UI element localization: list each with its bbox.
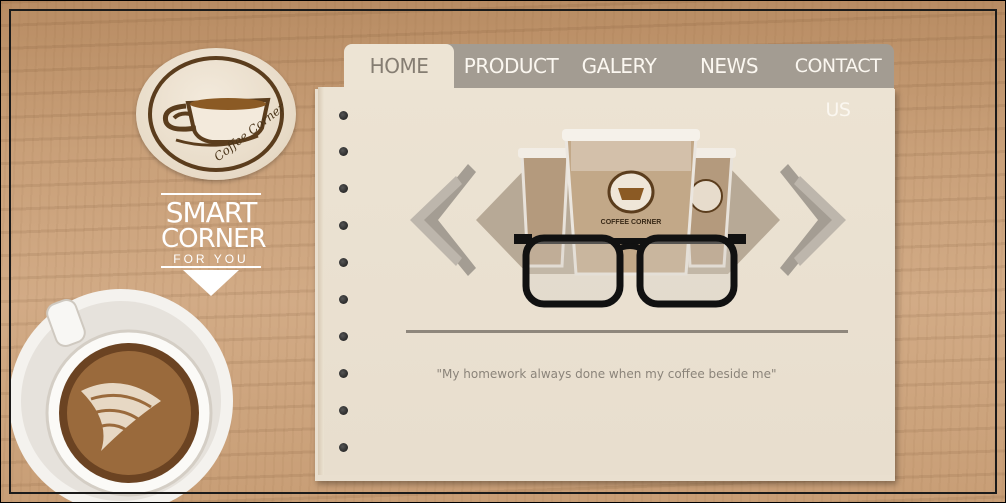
- tagline-line2: CORNER: [161, 224, 267, 254]
- binder-hole: [339, 406, 348, 415]
- tab-home[interactable]: HOME: [344, 44, 454, 90]
- binder-hole: [339, 147, 348, 156]
- tagline-line1: SMART: [165, 196, 258, 229]
- quote-text: "My homework always done when my coffee …: [436, 367, 777, 381]
- binder-hole: [339, 221, 348, 230]
- tagline-rule: [161, 193, 261, 195]
- latte-cup-image: [11, 289, 233, 502]
- tab-galery[interactable]: GALERY: [566, 44, 672, 88]
- tagline-line3: FOR YOU: [173, 252, 249, 266]
- chevron-right-icon[interactable]: [780, 164, 846, 276]
- binder-hole: [339, 443, 348, 452]
- tab-product[interactable]: PRODUCT: [456, 44, 566, 88]
- binder-hole: [339, 184, 348, 193]
- chevron-left-icon[interactable]: [410, 164, 476, 276]
- product-slider: COFFEE CORNER: [410, 129, 846, 308]
- binder-hole: [339, 258, 348, 267]
- tagline-rule-bottom: [161, 266, 261, 268]
- cup-label: COFFEE CORNER: [601, 219, 662, 226]
- binder-hole: [339, 295, 348, 304]
- coffee-corner-logo[interactable]: Coffee Corner: [136, 48, 296, 180]
- binder-hole: [339, 332, 348, 341]
- main-nav: HOME PRODUCT GALERY NEWS CONTACT US: [344, 44, 894, 121]
- slider-divider: [406, 330, 848, 333]
- tab-contact-us[interactable]: CONTACT US: [782, 44, 894, 121]
- tab-news[interactable]: NEWS: [672, 44, 786, 88]
- binder-hole: [339, 111, 348, 120]
- page-background: Coffee Corner SMART CORNER FOR YOU HOME …: [0, 0, 1006, 503]
- notebook-edge: [318, 87, 324, 475]
